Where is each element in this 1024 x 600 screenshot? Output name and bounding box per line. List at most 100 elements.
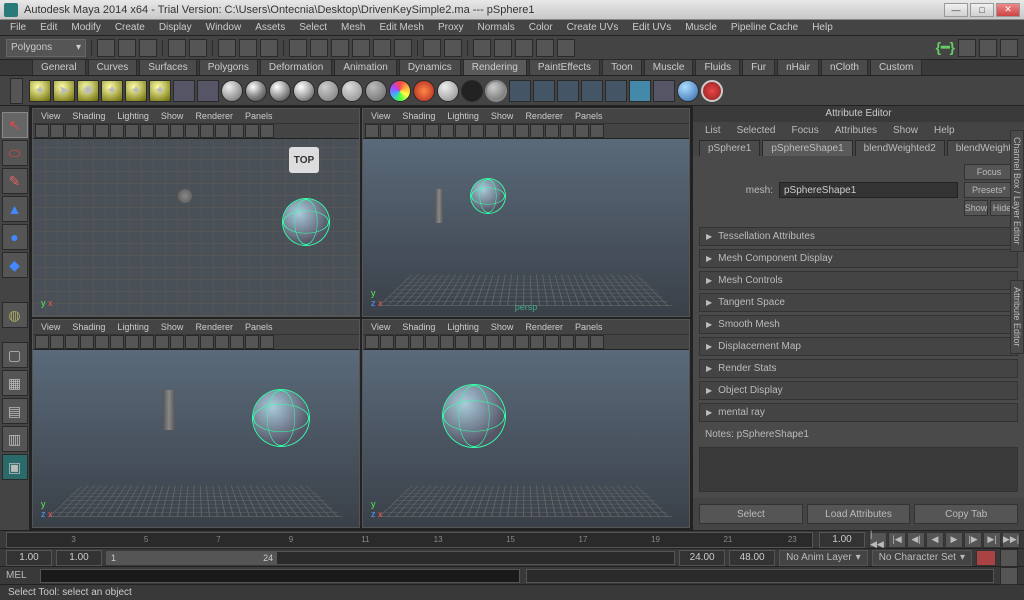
focus-button[interactable]: Focus: [964, 164, 1014, 180]
shelf-deformation[interactable]: Deformation: [260, 59, 332, 75]
ae-menu-show[interactable]: Show: [887, 125, 924, 136]
sidebar-toggle-3-icon[interactable]: [1000, 39, 1018, 57]
menu-createuvs[interactable]: Create UVs: [561, 21, 625, 34]
show-button[interactable]: Show: [964, 200, 988, 216]
step-back-button[interactable]: ◀|: [907, 532, 925, 548]
paint-tool-icon[interactable]: [701, 80, 723, 102]
cmd-language-label[interactable]: MEL: [6, 570, 34, 581]
vp-menu-lighting[interactable]: Lighting: [113, 111, 153, 121]
ramp-shader-icon[interactable]: [341, 80, 363, 102]
section-mesh-component[interactable]: ▶Mesh Component Display: [699, 249, 1018, 268]
menu-assets[interactable]: Assets: [249, 21, 291, 34]
range-start-field[interactable]: 1.00: [6, 550, 52, 566]
step-forward-button[interactable]: |▶: [964, 532, 982, 548]
load-attributes-button[interactable]: Load Attributes: [807, 504, 911, 524]
shelf-custom[interactable]: Custom: [870, 59, 922, 75]
render-view-icon[interactable]: [536, 39, 554, 57]
menu-proxy[interactable]: Proxy: [432, 21, 470, 34]
viewcube-label[interactable]: TOP: [289, 147, 319, 173]
layout-persp-icon[interactable]: ▤: [2, 398, 28, 424]
menu-window[interactable]: Window: [200, 21, 248, 34]
shelf-muscle[interactable]: Muscle: [644, 59, 694, 75]
shelf-toon[interactable]: Toon: [602, 59, 642, 75]
go-end-button[interactable]: ▶▶|: [1002, 532, 1020, 548]
new-scene-icon[interactable]: [97, 39, 115, 57]
mental-ray-icon[interactable]: [653, 80, 675, 102]
select-button[interactable]: Select: [699, 504, 803, 524]
ipr-render-icon[interactable]: [494, 39, 512, 57]
menu-edit[interactable]: Edit: [34, 21, 63, 34]
rotate-tool[interactable]: ●: [2, 224, 28, 250]
directional-light-icon[interactable]: ➤: [53, 80, 75, 102]
side-tab-channelbox[interactable]: Channel Box / Layer Editor: [1010, 130, 1024, 252]
play-back-button[interactable]: ◀: [926, 532, 944, 548]
viewport-side[interactable]: ViewShadingLightingShowRendererPanels yz…: [362, 319, 690, 528]
mesh-name-input[interactable]: [779, 182, 958, 198]
redo-icon[interactable]: [189, 39, 207, 57]
menu-editmesh[interactable]: Edit Mesh: [373, 21, 429, 34]
play-forward-button[interactable]: ▶: [945, 532, 963, 548]
ae-menu-selected[interactable]: Selected: [731, 125, 782, 136]
select-hierarchy-icon[interactable]: [218, 39, 236, 57]
character-set-dropdown[interactable]: No Character Set▾: [872, 550, 972, 566]
layered-shader-icon[interactable]: [485, 80, 507, 102]
section-smooth-mesh[interactable]: ▶Smooth Mesh: [699, 315, 1018, 334]
ibl-icon[interactable]: [173, 80, 195, 102]
copy-tab-button[interactable]: Copy Tab: [914, 504, 1018, 524]
snap-view-icon[interactable]: [394, 39, 412, 57]
vp-menu-shading[interactable]: Shading: [68, 111, 109, 121]
shelf-animation[interactable]: Animation: [334, 59, 396, 75]
spot-light-icon[interactable]: ✦: [101, 80, 123, 102]
render-settings-icon[interactable]: [515, 39, 533, 57]
save-scene-icon[interactable]: [139, 39, 157, 57]
shelf-surfaces[interactable]: Surfaces: [139, 59, 196, 75]
shelf-curves[interactable]: Curves: [88, 59, 138, 75]
menu-file[interactable]: File: [4, 21, 32, 34]
rewind-button[interactable]: |◀◀: [869, 532, 887, 548]
snap-grid-icon[interactable]: [289, 39, 307, 57]
vp-menu-show[interactable]: Show: [157, 111, 188, 121]
shelf-general[interactable]: General: [32, 59, 86, 75]
last-tool[interactable]: ◍: [2, 302, 28, 328]
minimize-button[interactable]: —: [944, 3, 968, 17]
hypershade-icon[interactable]: [605, 80, 627, 102]
volume-light-icon[interactable]: ✦: [149, 80, 171, 102]
shelf-nhair[interactable]: nHair: [777, 59, 819, 75]
snap-point-icon[interactable]: [331, 39, 349, 57]
hsv-ramp-icon[interactable]: [389, 80, 411, 102]
shelf-swatch-icon[interactable]: [10, 78, 23, 104]
ae-menu-focus[interactable]: Focus: [785, 125, 824, 136]
snap-live-icon[interactable]: [373, 39, 391, 57]
phonge-icon[interactable]: [293, 80, 315, 102]
batch-render-icon[interactable]: [557, 80, 579, 102]
ae-menu-attributes[interactable]: Attributes: [829, 125, 883, 136]
menu-modify[interactable]: Modify: [65, 21, 106, 34]
presets-button[interactable]: Presets*: [964, 182, 1014, 198]
viewport-front[interactable]: ViewShadingLightingShowRendererPanels yz…: [32, 319, 360, 528]
menu-help[interactable]: Help: [806, 21, 839, 34]
physical-sky-icon[interactable]: [197, 80, 219, 102]
area-light-icon[interactable]: ✦: [125, 80, 147, 102]
timeline-ruler[interactable]: 3 5 7 9 11 13 15 17 19 21 23: [6, 532, 813, 548]
menu-create[interactable]: Create: [109, 21, 151, 34]
layout-outliner-icon[interactable]: ▥: [2, 426, 28, 452]
select-tool[interactable]: ↖: [2, 112, 28, 138]
section-render-stats[interactable]: ▶Render Stats: [699, 359, 1018, 378]
snap-plane-icon[interactable]: [352, 39, 370, 57]
vp-menu-view[interactable]: View: [37, 111, 64, 121]
command-input[interactable]: [40, 569, 520, 583]
viewport-top[interactable]: View Shading Lighting Show Renderer Pane…: [32, 108, 360, 317]
use-background-icon[interactable]: [461, 80, 483, 102]
open-scene-icon[interactable]: [118, 39, 136, 57]
render-layer-icon[interactable]: [557, 39, 575, 57]
anim-prefs-icon[interactable]: [1000, 549, 1018, 567]
menuset-dropdown[interactable]: Polygons▾: [6, 39, 86, 57]
ambient-light-icon[interactable]: ✦: [29, 80, 51, 102]
mia-material-icon[interactable]: [413, 80, 435, 102]
phong-icon[interactable]: [269, 80, 291, 102]
viewport-persp[interactable]: ViewShadingLightingShowRendererPanels pe…: [362, 108, 690, 317]
range-slider[interactable]: 124: [106, 551, 675, 565]
lambert-icon[interactable]: [221, 80, 243, 102]
autokey-toggle[interactable]: [976, 550, 996, 566]
select-object-icon[interactable]: [239, 39, 257, 57]
